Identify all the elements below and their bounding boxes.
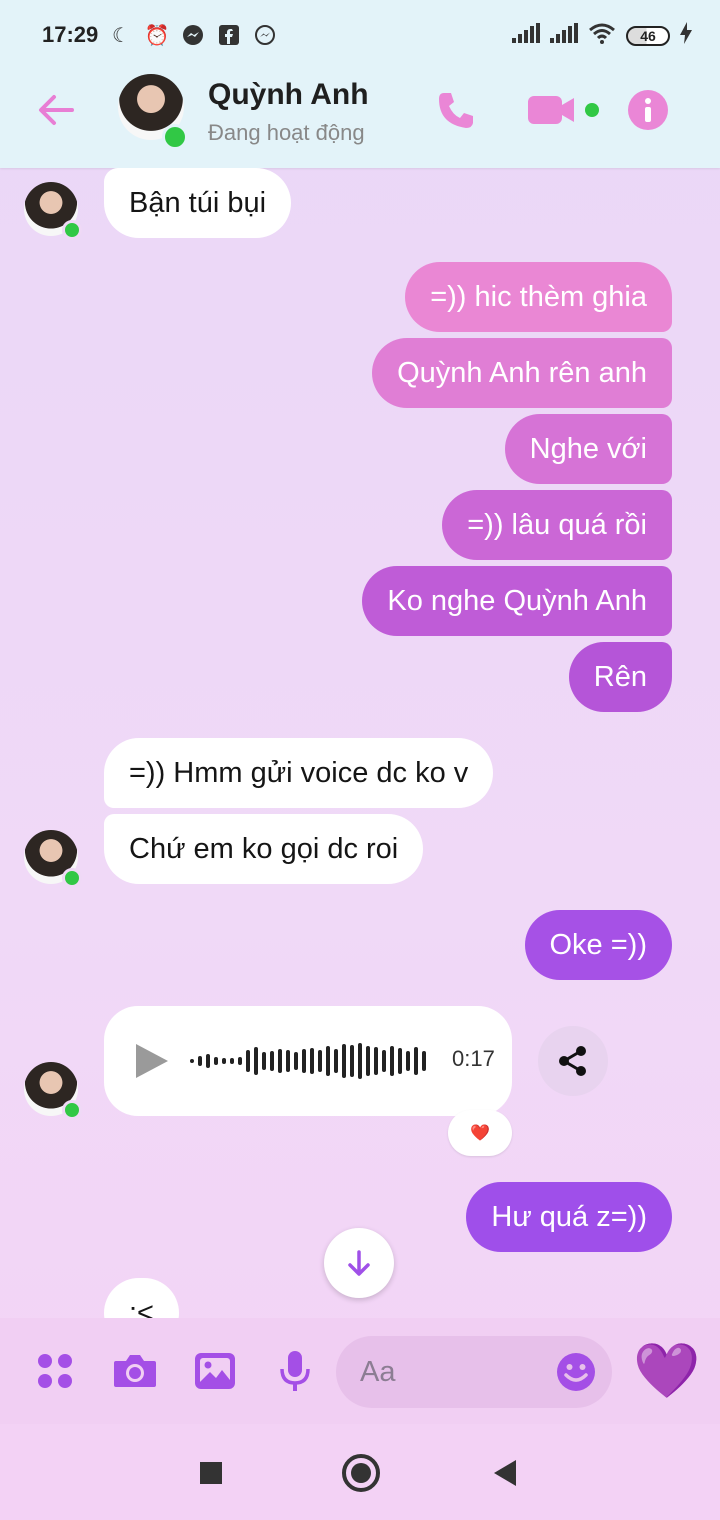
video-call-button[interactable] (526, 84, 604, 136)
message-outgoing[interactable]: Rên (568, 642, 672, 712)
top-bar: 17:29 ☾ ⏰ 46 Quỳnh Anh Đang hoạt động (0, 0, 720, 168)
message-outgoing[interactable]: Quỳnh Anh rên anh (372, 338, 672, 408)
notification-icons: ☾ ⏰ (108, 22, 278, 48)
share-button[interactable] (538, 1026, 608, 1096)
conversation-header: Quỳnh Anh Đang hoạt động (0, 68, 720, 168)
voice-record-button[interactable] (270, 1346, 320, 1396)
camera-button[interactable] (110, 1346, 160, 1396)
home-button[interactable] (342, 1454, 380, 1492)
message-incoming[interactable]: =)) Hmm gửi voice dc ko v (104, 738, 494, 808)
more-actions-button[interactable] (30, 1346, 80, 1396)
messenger-outline-icon (252, 22, 278, 48)
microphone-icon (280, 1351, 310, 1391)
message-outgoing[interactable]: =)) lâu quá rồi (442, 490, 672, 560)
arrow-down-icon (348, 1250, 370, 1276)
info-icon (628, 90, 668, 130)
facebook-icon (216, 22, 242, 48)
message-outgoing[interactable]: Hư quá z=)) (466, 1182, 672, 1252)
contact-name[interactable]: Quỳnh Anh (208, 78, 369, 112)
alarm-icon: ⏰ (144, 24, 170, 47)
online-indicator (62, 1100, 82, 1120)
message-outgoing[interactable]: =)) hic thèm ghia (405, 262, 672, 332)
online-indicator (62, 220, 82, 240)
system-icons: 46 (512, 22, 692, 49)
recent-apps-button[interactable] (200, 1462, 222, 1484)
active-status: Đang hoạt động (208, 120, 365, 145)
video-camera-icon (528, 96, 599, 124)
battery-indicator: 46 (626, 25, 670, 46)
back-arrow-icon (39, 95, 74, 125)
status-bar: 17:29 ☾ ⏰ 46 (0, 0, 720, 68)
message-composer: Aa 💜 (0, 1318, 720, 1424)
message-input-placeholder: Aa (360, 1356, 396, 1388)
message-outgoing[interactable]: Oke =)) (524, 910, 672, 980)
moon-icon: ☾ (112, 24, 130, 47)
back-nav-button[interactable] (494, 1460, 516, 1486)
status-time: 17:29 (42, 22, 99, 47)
wifi-icon (588, 22, 616, 49)
send-heart-button[interactable]: 💜 (633, 1338, 700, 1404)
play-icon[interactable] (136, 1044, 168, 1078)
message-incoming[interactable]: Bận túi bụi (104, 168, 292, 238)
charging-icon (680, 22, 692, 49)
scroll-to-bottom-button[interactable] (324, 1228, 394, 1298)
voice-message[interactable]: 0:17 (104, 1006, 512, 1116)
signal-icon-2 (550, 23, 578, 48)
gallery-button[interactable] (190, 1346, 240, 1396)
info-button[interactable] (622, 84, 674, 136)
message-outgoing[interactable]: Ko nghe Quỳnh Anh (362, 566, 672, 636)
voice-duration: 0:17 (452, 1046, 495, 1071)
back-button[interactable] (34, 88, 78, 132)
system-navigation-bar (0, 1424, 720, 1520)
call-button[interactable] (430, 84, 482, 136)
phone-icon (439, 93, 473, 128)
message-incoming[interactable]: :< (104, 1278, 179, 1318)
heart-reaction[interactable]: ❤️ (448, 1110, 512, 1156)
message-input[interactable]: Aa (336, 1336, 612, 1408)
share-icon (559, 1046, 586, 1076)
message-list[interactable]: Bận túi bụi =)) hic thèm ghia Quỳnh Anh … (0, 168, 720, 1318)
camera-icon (114, 1355, 156, 1387)
emoji-icon[interactable] (556, 1352, 596, 1392)
audio-waveform[interactable] (190, 1042, 426, 1080)
online-indicator (62, 868, 82, 888)
apps-grid-icon (38, 1354, 72, 1388)
message-outgoing[interactable]: Nghe với (504, 414, 672, 484)
messenger-icon (180, 22, 206, 48)
message-incoming[interactable]: Chứ em ko gọi dc roi (104, 814, 424, 884)
signal-icon (512, 23, 540, 48)
online-indicator (162, 124, 188, 150)
image-icon (195, 1353, 235, 1389)
